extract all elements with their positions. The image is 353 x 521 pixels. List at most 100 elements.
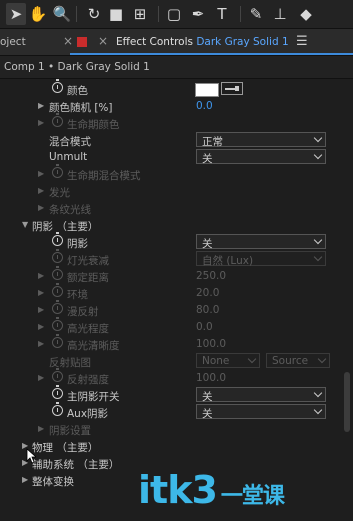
tab-layer-name: Dark Gray Solid 1 xyxy=(196,36,289,48)
property-value[interactable]: 100.0 xyxy=(196,338,226,350)
rectangle-icon[interactable]: ▢ xyxy=(164,3,184,25)
stopwatch-icon[interactable] xyxy=(52,232,63,246)
property-row[interactable]: ▶ 反射强度 100.0 xyxy=(0,368,340,387)
property-row[interactable]: ▶ 高光清晰度 100.0 xyxy=(0,334,340,353)
twirl-triangle-icon[interactable]: ▶ xyxy=(22,475,28,484)
property-row[interactable]: 灯光衰减 自然 (Lux) xyxy=(0,249,340,268)
property-row[interactable]: Unmult 关 xyxy=(0,149,340,166)
rotate-icon[interactable]: ↻ xyxy=(84,3,104,25)
property-value[interactable]: 250.0 xyxy=(196,270,226,282)
twirl-triangle-icon[interactable]: ▶ xyxy=(38,271,44,280)
property-row[interactable]: ▶ 生命期混合模式 xyxy=(0,164,340,183)
close-icon[interactable]: × xyxy=(98,34,108,48)
stopwatch-icon[interactable] xyxy=(52,79,63,93)
property-dropdown[interactable]: 正常 xyxy=(196,132,326,148)
dropdown-value: 关 xyxy=(202,238,213,250)
stopwatch-icon[interactable] xyxy=(52,300,63,314)
dropdown-value: 关 xyxy=(202,391,213,403)
property-dropdown[interactable]: 自然 (Lux) xyxy=(196,251,326,267)
stopwatch-icon[interactable] xyxy=(52,249,63,263)
property-dropdown[interactable]: Source xyxy=(266,353,330,368)
stopwatch-icon[interactable] xyxy=(52,385,63,399)
twirl-triangle-icon[interactable]: ▼ xyxy=(22,220,28,229)
property-label: Aux阴影 xyxy=(67,408,109,420)
property-row[interactable]: 混合模式 正常 xyxy=(0,132,340,149)
twirl-triangle-icon[interactable]: ▶ xyxy=(38,288,44,297)
stopwatch-icon[interactable] xyxy=(52,113,63,127)
twirl-triangle-icon[interactable]: ▶ xyxy=(38,305,44,314)
pan-behind-icon[interactable]: ⊞ xyxy=(130,3,150,25)
close-icon[interactable]: × xyxy=(63,34,73,48)
pen-icon[interactable]: ✒ xyxy=(188,3,208,25)
stopwatch-icon[interactable] xyxy=(52,283,63,297)
dropdown-value: None xyxy=(202,355,230,367)
twirl-triangle-icon[interactable]: ▶ xyxy=(38,424,44,433)
twirl-triangle-icon[interactable]: ▶ xyxy=(38,322,44,331)
property-dropdown[interactable]: None xyxy=(196,353,260,368)
hand-icon[interactable]: ✋ xyxy=(28,3,48,25)
property-row[interactable]: ▶ 发光 xyxy=(0,183,340,200)
selection-arrow-icon[interactable]: ➤ xyxy=(6,3,26,25)
stopwatch-icon[interactable] xyxy=(52,317,63,331)
property-dropdown[interactable]: 关 xyxy=(196,404,326,420)
chevron-down-icon xyxy=(313,388,323,398)
property-label: 整体变换 xyxy=(32,476,74,488)
tab-effect-controls-label: Effect Controls xyxy=(116,36,193,48)
type-icon[interactable]: T xyxy=(212,3,232,25)
twirl-triangle-icon[interactable]: ▶ xyxy=(38,339,44,348)
property-row[interactable]: 颜色 xyxy=(0,79,340,98)
twirl-triangle-icon[interactable]: ▶ xyxy=(38,101,44,110)
chevron-down-icon xyxy=(317,354,327,364)
property-row[interactable]: ▶ 阴影设置 xyxy=(0,421,340,438)
property-row[interactable]: ▶ 漫反射 80.0 xyxy=(0,300,340,319)
zoom-icon[interactable]: 🔍 xyxy=(52,3,72,25)
property-value[interactable]: 0.0 xyxy=(196,100,213,112)
brush-icon[interactable]: ✎ xyxy=(246,3,266,25)
active-tab-underline xyxy=(70,53,353,55)
panel-menu-icon[interactable]: ☰ xyxy=(296,34,308,49)
scrollbar[interactable] xyxy=(343,80,351,521)
property-row[interactable]: 反射贴图 None Source xyxy=(0,353,340,370)
tab-effect-controls[interactable]: Effect Controls Dark Gray Solid 1 xyxy=(116,36,289,48)
property-row[interactable]: 主阴影开关 关 xyxy=(0,385,340,404)
property-value[interactable]: 80.0 xyxy=(196,304,219,316)
property-row[interactable]: ▶ 条纹光线 xyxy=(0,200,340,217)
stamp-icon[interactable]: ⊥ xyxy=(270,3,290,25)
property-dropdown[interactable]: 关 xyxy=(196,387,326,403)
property-value[interactable]: 0.0 xyxy=(196,321,213,333)
stopwatch-icon[interactable] xyxy=(52,402,63,416)
property-row[interactable]: ▶ 物理 （主要） xyxy=(0,438,340,455)
property-label: 灯光衰减 xyxy=(67,255,109,267)
stopwatch-icon[interactable] xyxy=(52,368,63,382)
property-row[interactable]: ▶ 颜色随机 [%] 0.0 xyxy=(0,98,340,115)
eyedropper-icon[interactable] xyxy=(221,82,243,95)
property-dropdown[interactable]: 关 xyxy=(196,149,326,165)
color-swatch[interactable] xyxy=(195,83,219,97)
dropdown-value: 关 xyxy=(202,408,213,420)
eraser-icon[interactable]: ◆ xyxy=(296,3,316,25)
property-row[interactable]: ▼ 阴影 （主要） xyxy=(0,217,340,234)
camera-icon[interactable]: ■ xyxy=(106,3,126,25)
property-value[interactable]: 20.0 xyxy=(196,287,219,299)
property-value[interactable]: 100.0 xyxy=(196,372,226,384)
tab-project[interactable]: oject xyxy=(0,36,26,48)
twirl-triangle-icon[interactable]: ▶ xyxy=(38,169,44,178)
twirl-triangle-icon[interactable]: ▶ xyxy=(38,373,44,382)
stopwatch-icon[interactable] xyxy=(52,164,63,178)
property-row[interactable]: ▶ 额定距离 250.0 xyxy=(0,266,340,285)
property-row[interactable]: ▶ 生命期颜色 xyxy=(0,113,340,132)
property-row[interactable]: ▶ 环境 20.0 xyxy=(0,283,340,302)
stopwatch-icon[interactable] xyxy=(52,266,63,280)
stopwatch-icon[interactable] xyxy=(52,334,63,348)
property-label: 主阴影开关 xyxy=(67,391,120,403)
scrollbar-thumb[interactable] xyxy=(344,372,350,432)
property-dropdown[interactable]: 关 xyxy=(196,234,326,250)
property-row[interactable]: ▶ 高光程度 0.0 xyxy=(0,317,340,336)
property-row[interactable]: 阴影 关 xyxy=(0,232,340,251)
twirl-triangle-icon[interactable]: ▶ xyxy=(38,186,44,195)
twirl-triangle-icon[interactable]: ▶ xyxy=(38,203,44,212)
property-row[interactable]: Aux阴影 关 xyxy=(0,402,340,421)
layer-color-swatch xyxy=(77,37,87,47)
twirl-triangle-icon[interactable]: ▶ xyxy=(38,118,44,127)
property-label: 高光清晰度 xyxy=(67,340,120,352)
